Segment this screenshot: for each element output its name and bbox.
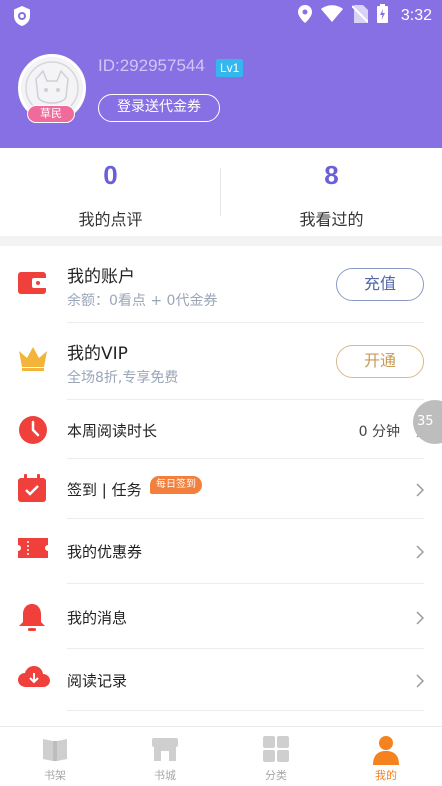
vip-title: 我的VIP xyxy=(67,344,128,364)
tab-label: 我的 xyxy=(375,769,397,782)
messages-row[interactable]: 我的消息 xyxy=(0,587,442,647)
bottom-tab-bar: 书架 书城 分类 我的 xyxy=(0,726,442,786)
vip-row[interactable]: 我的VIP 全场8折,专享免费 开通 xyxy=(0,323,442,399)
wifi-icon xyxy=(320,5,343,26)
user-icon xyxy=(372,735,400,769)
bell-icon xyxy=(18,602,46,636)
ticket-icon xyxy=(18,536,48,564)
account-balance: 余额：0看点 + 0代金券 xyxy=(67,293,218,309)
checkin-label: 签到 | 任务 xyxy=(67,481,142,499)
tab-mine[interactable]: 我的 xyxy=(331,727,441,786)
no-sim-icon xyxy=(351,4,369,27)
chevron-right-icon xyxy=(416,482,425,501)
stat-label: 我的点评 xyxy=(78,210,143,229)
coupons-row[interactable]: 我的优惠券 xyxy=(0,521,442,581)
messages-label: 我的消息 xyxy=(67,609,128,627)
reading-history-row[interactable]: 阅读记录 xyxy=(0,650,442,710)
section-gap xyxy=(0,236,442,246)
battery-icon xyxy=(376,4,388,27)
stat-value: 0 xyxy=(103,160,118,190)
account-row[interactable]: 我的账户 余额：0看点 + 0代金券 充值 xyxy=(0,246,442,322)
tab-label: 分类 xyxy=(265,769,287,782)
recharge-button[interactable]: 充值 xyxy=(336,268,424,301)
vip-subtitle: 全场8折,专享免费 xyxy=(67,370,179,386)
tab-bookshelf[interactable]: 书架 xyxy=(0,727,110,786)
reading-time-label: 本周阅读时长 xyxy=(67,422,158,440)
activate-vip-button[interactable]: 开通 xyxy=(336,345,424,378)
divider xyxy=(67,518,424,519)
rank-badge: 草民 xyxy=(27,105,75,123)
clock-icon xyxy=(18,415,48,449)
daily-checkin-badge: 每日签到 xyxy=(150,476,202,494)
divider xyxy=(67,710,424,711)
tab-bookstore[interactable]: 书城 xyxy=(110,727,220,786)
chevron-right-icon xyxy=(416,544,425,563)
wallet-icon xyxy=(18,268,48,300)
chevron-right-icon xyxy=(416,610,425,629)
crown-icon xyxy=(18,345,48,375)
reading-time-value: 0 分钟 xyxy=(358,424,400,440)
clock-time: 3:32 xyxy=(400,6,432,24)
book-icon xyxy=(41,735,69,767)
stat-value: 8 xyxy=(324,160,339,190)
divider xyxy=(67,648,424,649)
tab-label: 书城 xyxy=(154,769,176,782)
calendar-check-icon xyxy=(18,474,46,506)
status-bar: 3:32 xyxy=(0,0,442,32)
user-id: ID:292957544 xyxy=(98,56,205,75)
checkin-tasks-row[interactable]: 签到 | 任务 每日签到 xyxy=(0,459,442,519)
chevron-right-icon xyxy=(416,673,425,692)
coupons-label: 我的优惠券 xyxy=(67,543,143,561)
level-badge: Lv1 xyxy=(216,59,244,77)
profile-header: 3:32 草民 ID:292957544 Lv1 登录送代金券 xyxy=(0,0,442,148)
login-coupon-button[interactable]: 登录送代金券 xyxy=(98,94,220,122)
tab-categories[interactable]: 分类 xyxy=(221,727,331,786)
grid-icon xyxy=(262,735,290,767)
stats-panel: 0 我的点评 8 我看过的 xyxy=(0,148,442,236)
tab-label: 书架 xyxy=(44,769,66,782)
account-title: 我的账户 xyxy=(67,267,135,287)
stat-viewed[interactable]: 8 我看过的 xyxy=(221,148,442,236)
location-icon xyxy=(297,4,312,27)
shield-icon xyxy=(12,5,32,31)
divider xyxy=(67,583,424,584)
reading-time-row[interactable]: 本周阅读时长 0 分钟 xyxy=(0,400,442,460)
history-label: 阅读记录 xyxy=(67,672,128,690)
store-icon xyxy=(151,735,179,767)
cloud-download-icon xyxy=(18,665,50,693)
stat-my-reviews[interactable]: 0 我的点评 xyxy=(0,148,221,236)
stat-label: 我看过的 xyxy=(299,210,364,229)
